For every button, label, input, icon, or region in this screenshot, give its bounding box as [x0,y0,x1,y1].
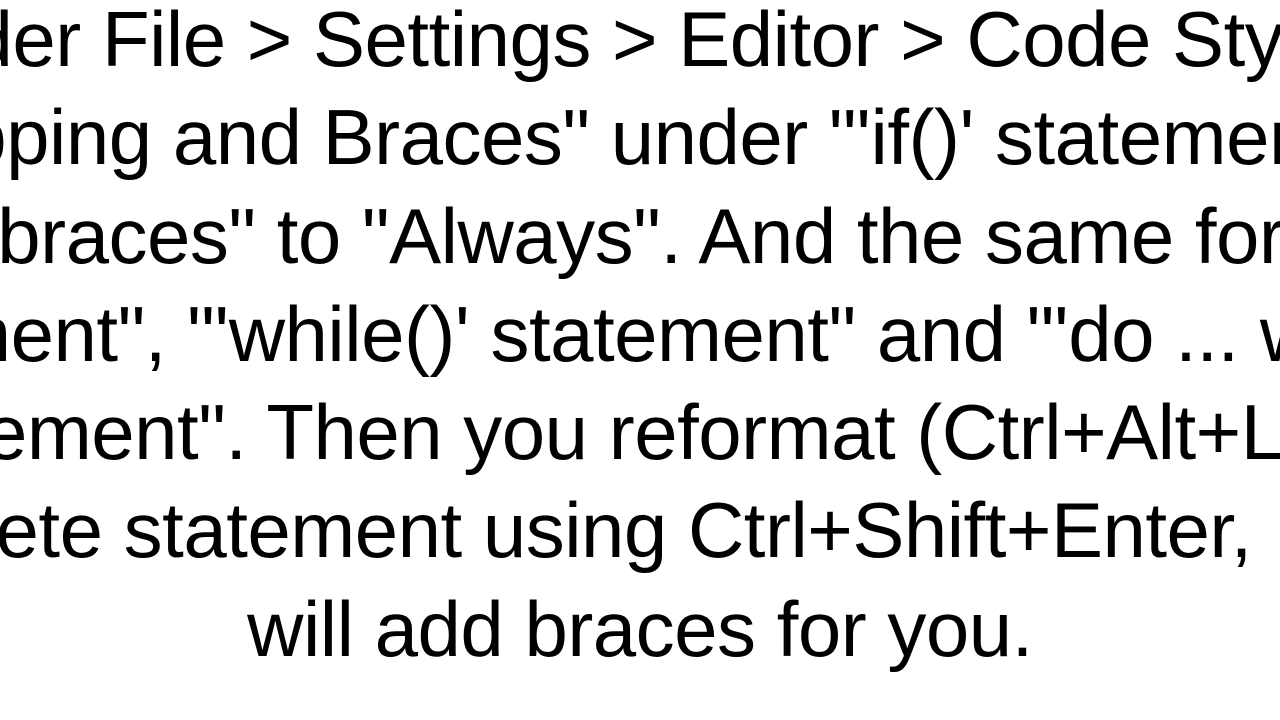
instruction-paragraph: Under File > Settings > Editor > Code St… [0,0,1280,678]
